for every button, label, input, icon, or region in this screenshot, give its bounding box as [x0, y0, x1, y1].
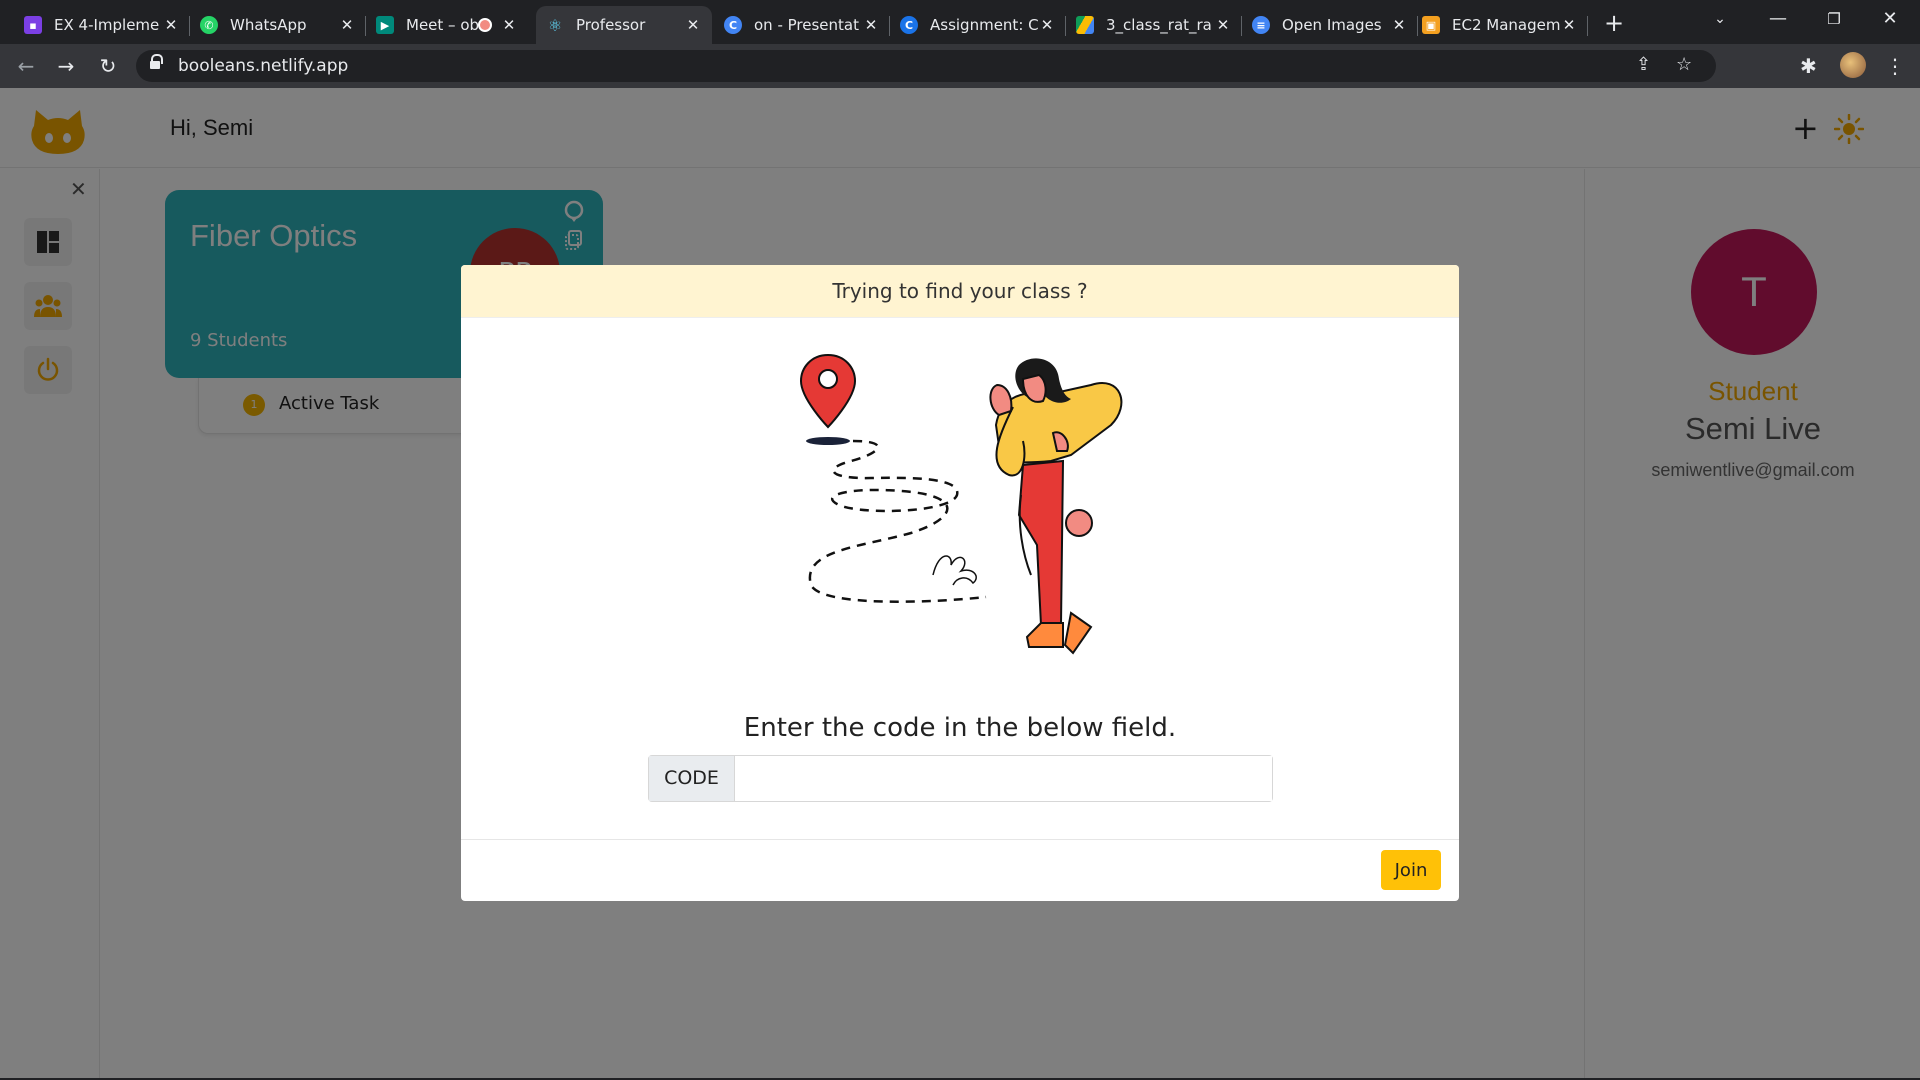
browser-tab[interactable]: ▣ EC2 Managem ✕ — [1412, 6, 1588, 44]
minimize-button[interactable]: — — [1750, 0, 1806, 40]
class-code-field: CODE — [648, 755, 1273, 802]
open-images-icon: ≡ — [1252, 16, 1270, 34]
aws-icon: ▣ — [1422, 16, 1440, 34]
tab-close-icon[interactable]: ✕ — [1560, 16, 1578, 34]
join-class-modal: Trying to find your class ? Enter the co… — [461, 265, 1459, 901]
browser-menu-icon[interactable]: ⋮ — [1885, 54, 1905, 78]
tab-title: Meet – ob — [406, 16, 478, 34]
new-tab-button[interactable]: + — [1600, 10, 1628, 38]
tab-title: 3_class_rat_ra — [1106, 16, 1212, 34]
join-button[interactable]: Join — [1381, 850, 1441, 890]
app-page: Hi, Semi + ✕ — [0, 88, 1920, 1078]
lost-woman-illustration — [799, 353, 1123, 655]
class-code-input[interactable] — [735, 756, 1272, 801]
close-window-button[interactable]: ✕ — [1862, 0, 1918, 40]
tab-close-icon[interactable]: ✕ — [338, 16, 356, 34]
browser-tab[interactable]: ▪ EX 4-Impleme ✕ — [14, 6, 190, 44]
tab-close-icon[interactable]: ✕ — [162, 16, 180, 34]
recording-icon — [478, 18, 492, 32]
reload-button[interactable]: ↻ — [94, 52, 122, 80]
extensions-icon[interactable]: ✱ — [1800, 54, 1817, 78]
lock-icon — [150, 54, 163, 71]
browser-tab[interactable]: C Assignment: C ✕ — [890, 6, 1066, 44]
bookmark-star-icon[interactable]: ☆ — [1676, 54, 1692, 75]
forward-button[interactable]: → — [52, 52, 80, 80]
browser-tab[interactable]: C on - Presentat ✕ — [714, 6, 890, 44]
tab-title: EX 4-Impleme — [54, 16, 160, 34]
browser-tab[interactable]: ✆ WhatsApp ✕ — [190, 6, 366, 44]
tab-title: WhatsApp — [230, 16, 307, 34]
tab-title: Open Images — [1282, 16, 1382, 34]
share-icon[interactable]: ⇪ — [1636, 54, 1651, 75]
browser-tabstrip: ▪ EX 4-Impleme ✕ ✆ WhatsApp ✕ ▶ Meet – o… — [0, 0, 1920, 44]
tab-title: EC2 Managem — [1452, 16, 1560, 34]
tab-close-icon[interactable]: ✕ — [862, 16, 880, 34]
tab-search-icon[interactable]: ⌄ — [1692, 0, 1748, 40]
browser-tab[interactable]: 3_class_rat_ra ✕ — [1066, 6, 1242, 44]
back-button[interactable]: ← — [12, 52, 40, 80]
browser-tab[interactable]: ≡ Open Images ✕ — [1242, 6, 1418, 44]
classroom-icon: C — [900, 16, 918, 34]
url-text: booleans.netlify.app — [178, 56, 349, 76]
drive-icon — [1076, 16, 1094, 34]
meet-icon: ▶ — [376, 16, 394, 34]
tab-title: Professor — [576, 16, 646, 34]
tab-close-icon[interactable]: ✕ — [1038, 16, 1056, 34]
modal-header: Trying to find your class ? — [461, 265, 1459, 318]
react-icon: ⚛ — [547, 15, 563, 35]
code-prompt: Enter the code in the below field. — [743, 713, 1177, 743]
tab-close-icon[interactable]: ✕ — [684, 16, 702, 34]
tab-favicon: ▪ — [24, 16, 42, 34]
whatsapp-icon: ✆ — [200, 16, 218, 34]
tab-title: Assignment: C — [930, 16, 1038, 34]
browser-toolbar: ← → ↻ booleans.netlify.app ⇪ ☆ ✱ ⋮ — [0, 44, 1920, 88]
restore-button[interactable]: ❐ — [1806, 0, 1862, 40]
tab-close-icon[interactable]: ✕ — [500, 16, 518, 34]
modal-footer: Join — [461, 839, 1459, 901]
tab-close-icon[interactable]: ✕ — [1214, 16, 1232, 34]
browser-tab[interactable]: ▶ Meet – ob ✕ — [366, 6, 542, 44]
code-label: CODE — [649, 756, 735, 801]
tab-close-icon[interactable]: ✕ — [1390, 16, 1408, 34]
tab-title: on - Presentat — [754, 16, 859, 34]
browser-profile-avatar[interactable] — [1840, 52, 1866, 78]
address-bar[interactable]: booleans.netlify.app ⇪ ☆ — [136, 50, 1716, 82]
browser-tab-active[interactable]: ⚛ Professor ✕ — [536, 6, 712, 44]
canva-icon: C — [724, 16, 742, 34]
